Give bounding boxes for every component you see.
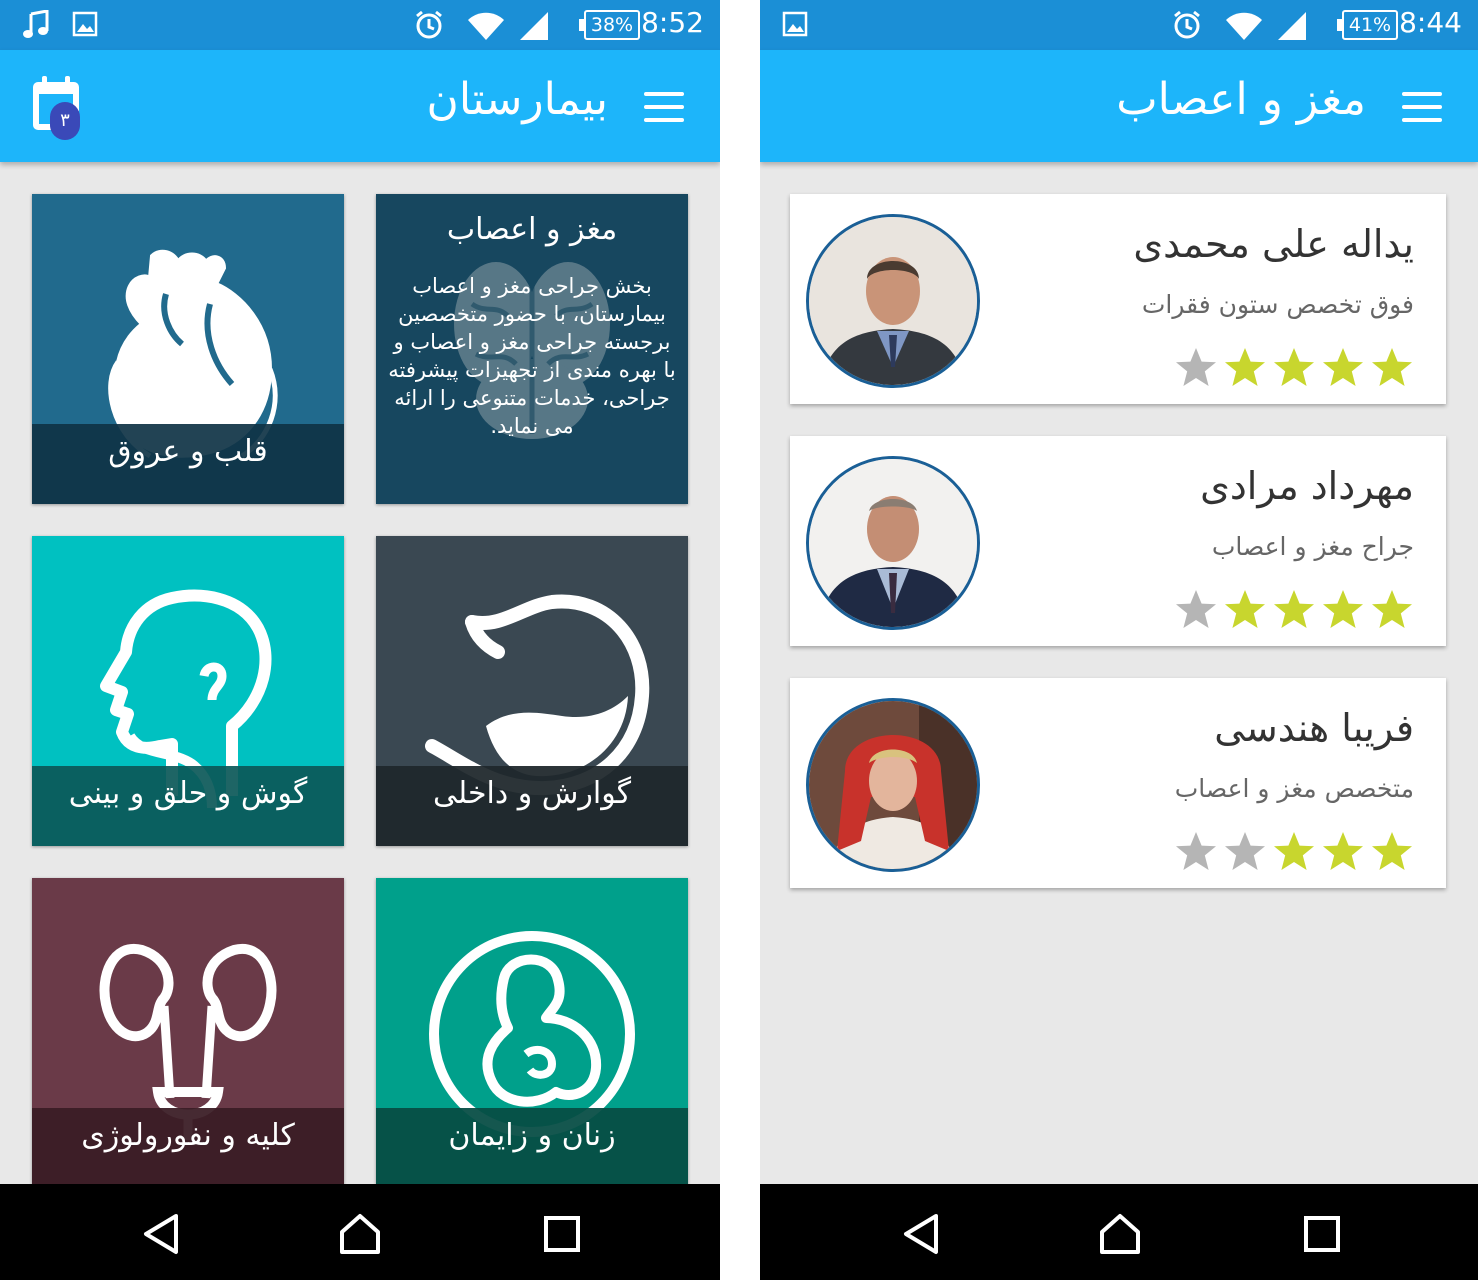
alarm-icon [414, 10, 444, 44]
home-icon[interactable] [1096, 1210, 1144, 1258]
hamburger-menu-icon[interactable] [1402, 92, 1442, 122]
hospital-departments-screen: 38% 8:52 بیمارستان ۳ قلب و عروق مغز و اع… [0, 0, 720, 1280]
wifi-icon [466, 10, 506, 46]
tile-ent[interactable]: گوش و حلق و بینی [32, 536, 344, 846]
star-filled-icon [1321, 588, 1365, 632]
signal-icon [1274, 10, 1308, 46]
star-filled-icon [1370, 346, 1414, 390]
clock-time: 8:52 [641, 6, 704, 39]
signal-icon [516, 10, 550, 46]
tile-label: کلیه و نفورولوژی [81, 1118, 295, 1153]
star-filled-icon [1272, 346, 1316, 390]
doctor-avatar [806, 214, 980, 388]
star-filled-icon [1272, 830, 1316, 874]
recents-icon[interactable] [538, 1210, 586, 1258]
calendar-badge: ۳ [50, 102, 80, 140]
star-empty-icon [1174, 588, 1218, 632]
star-rating [1174, 830, 1414, 874]
tile-obstetrics[interactable]: زنان و زایمان [376, 878, 688, 1188]
doctor-card[interactable]: مهرداد مرادی جراح مغز و اعصاب [790, 436, 1446, 646]
star-filled-icon [1321, 830, 1365, 874]
navigation-bar [760, 1184, 1478, 1280]
navigation-bar [0, 1184, 720, 1280]
tile-cardiology[interactable]: قلب و عروق [32, 194, 344, 504]
tile-description: بخش جراحی مغز و اعصاب بیمارستان، با حضور… [388, 274, 676, 438]
status-bar: 38% 8:52 [0, 0, 720, 50]
back-icon[interactable] [898, 1210, 946, 1258]
star-filled-icon [1272, 588, 1316, 632]
music-note-icon [22, 9, 50, 44]
clock-time: 8:44 [1399, 6, 1462, 39]
star-empty-icon [1174, 346, 1218, 390]
doctor-name: یداله علی محمدی [1133, 222, 1414, 266]
tile-label: زنان و زایمان [448, 1118, 616, 1153]
doctor-specialty: متخصص مغز و اعصاب [1174, 774, 1414, 803]
tile-gastroenterology[interactable]: گوارش و داخلی [376, 536, 688, 846]
recents-icon[interactable] [1298, 1210, 1346, 1258]
star-filled-icon [1370, 830, 1414, 874]
tile-neurology[interactable]: مغز و اعصاب بخش جراحی مغز و اعصاب بیمارس… [376, 194, 688, 504]
doctor-avatar [806, 456, 980, 630]
app-bar: بیمارستان ۳ [0, 50, 720, 162]
neurology-doctors-screen: 41% 8:44 مغز و اعصاب یداله علی محمدی فوق… [760, 0, 1478, 1280]
tile-label: گوش و حلق و بینی [68, 776, 308, 811]
star-rating [1174, 588, 1414, 632]
status-bar: 41% 8:44 [760, 0, 1478, 50]
tile-label: گوارش و داخلی [433, 776, 631, 811]
battery-icon: 38% [579, 10, 640, 40]
image-icon [782, 10, 808, 42]
star-filled-icon [1370, 588, 1414, 632]
tile-nephrology[interactable]: کلیه و نفورولوژی [32, 878, 344, 1188]
doctor-specialty: فوق تخصص ستون فقرات [1141, 290, 1414, 319]
star-filled-icon [1223, 346, 1267, 390]
home-icon[interactable] [336, 1210, 384, 1258]
page-title: مغز و اعصاب [1116, 74, 1366, 125]
battery-icon: 41% [1337, 10, 1398, 40]
star-rating [1174, 346, 1414, 390]
doctor-card[interactable]: فریبا هندسی متخصص مغز و اعصاب [790, 678, 1446, 888]
doctor-name: فریبا هندسی [1214, 706, 1414, 750]
star-empty-icon [1174, 830, 1218, 874]
star-filled-icon [1223, 588, 1267, 632]
page-title: بیمارستان [426, 74, 608, 125]
star-filled-icon [1321, 346, 1365, 390]
doctor-specialty: جراح مغز و اعصاب [1211, 532, 1414, 561]
back-icon[interactable] [138, 1210, 186, 1258]
image-icon [72, 10, 98, 42]
app-bar: مغز و اعصاب [760, 50, 1478, 162]
alarm-icon [1172, 10, 1202, 44]
tile-label: قلب و عروق [108, 434, 268, 469]
hamburger-menu-icon[interactable] [644, 92, 684, 122]
calendar-button[interactable]: ۳ [30, 74, 86, 144]
star-empty-icon [1223, 830, 1267, 874]
doctor-name: مهرداد مرادی [1200, 464, 1414, 508]
tile-heading: مغز و اعصاب [446, 212, 618, 247]
wifi-icon [1224, 10, 1264, 46]
doctor-avatar [806, 698, 980, 872]
doctor-card[interactable]: یداله علی محمدی فوق تخصص ستون فقرات [790, 194, 1446, 404]
